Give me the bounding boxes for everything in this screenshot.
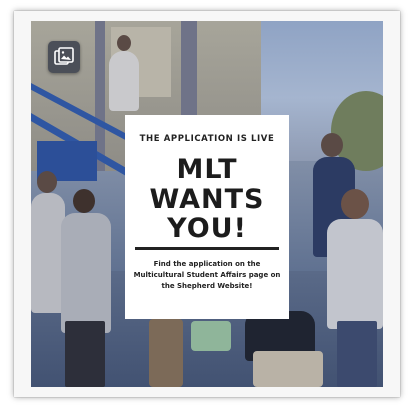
poster-headline-line-1: MLT (176, 154, 238, 185)
poster-subhead: THE APPLICATION IS LIVE (139, 134, 275, 144)
poster-headline-line-2: WANTS (149, 184, 265, 215)
poster-headline-line-3: YOU! (167, 213, 247, 244)
group-photo: THE APPLICATION IS LIVE MLT WANTS YOU! F… (31, 21, 383, 387)
image-icon (48, 41, 80, 73)
poster-body-text: Find the application on the Multicultura… (133, 260, 281, 290)
announcement-poster: THE APPLICATION IS LIVE MLT WANTS YOU! F… (125, 115, 289, 319)
post-card[interactable]: THE APPLICATION IS LIVE MLT WANTS YOU! F… (14, 11, 400, 397)
poster-divider (135, 247, 279, 250)
